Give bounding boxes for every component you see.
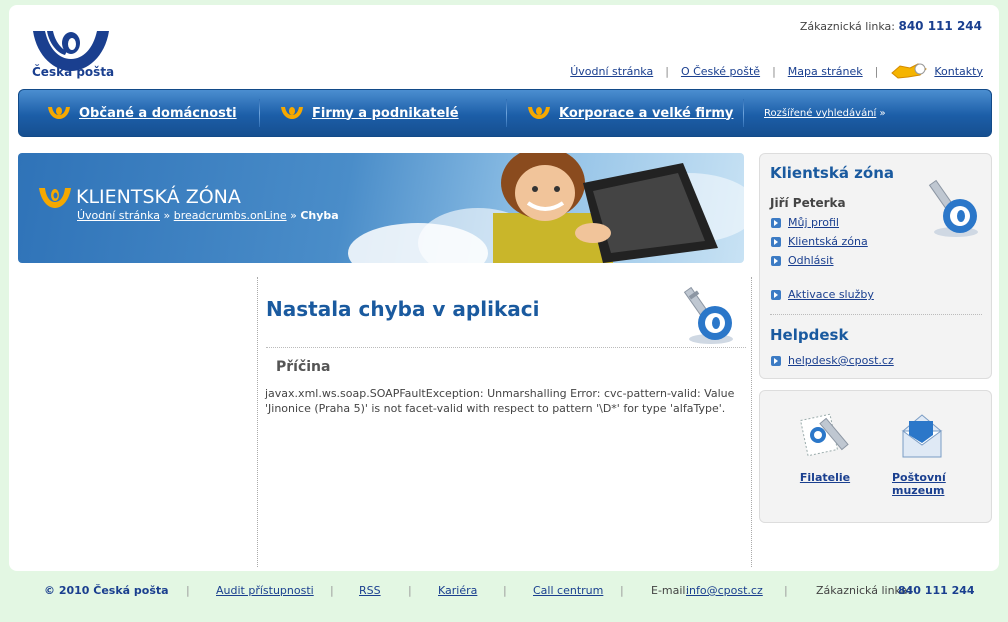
nav-link-corporations[interactable]: Korporace a velké firmy <box>559 106 733 121</box>
link-about[interactable]: O České poště <box>681 65 760 78</box>
arrow-bullet-icon <box>771 289 781 300</box>
client-zone-link[interactable]: Klientská zóna <box>788 235 868 248</box>
footer-link-career[interactable]: Kariéra <box>438 584 477 597</box>
nav-item-companies[interactable]: Firmy a podnikatelé <box>260 90 506 136</box>
nav-item-citizens[interactable]: Občané a domácnosti <box>19 90 259 136</box>
footer-email-link[interactable]: info@cpost.cz <box>686 584 763 597</box>
nav-item-corporations[interactable]: Korporace a velké firmy <box>507 90 743 136</box>
nav-link-citizens[interactable]: Občané a domácnosti <box>79 106 237 121</box>
breadcrumb-current: Chyba <box>300 209 339 222</box>
advanced-search-arrow: » <box>879 107 886 119</box>
contacts-map-icon <box>891 63 928 79</box>
user-name: Jiří Peterka <box>770 196 846 210</box>
footer-hotline-label: Zákaznická linka: <box>816 584 912 597</box>
cause-label: Příčina <box>276 359 331 375</box>
breadcrumb-separator: » <box>290 209 297 222</box>
hotline-number: 840 111 244 <box>898 19 982 33</box>
client-zone-box: Klientská zóna Jiří Peterka Můj profil K… <box>759 153 992 379</box>
client-zone-title: Klientská zóna <box>770 164 895 182</box>
post-horn-icon <box>48 107 70 119</box>
footer-copyright: © 2010 Česká pošta <box>44 584 169 597</box>
tile-philately[interactable]: Filatelie <box>790 411 860 484</box>
key-icon <box>928 179 978 237</box>
footer: © 2010 Česká pošta | Audit přístupnosti … <box>44 584 975 597</box>
link-contacts[interactable]: Kontakty <box>934 65 983 78</box>
sidebar-item-helpdesk[interactable]: helpdesk@cpost.cz <box>771 354 894 367</box>
logo-text: Česká pošta <box>32 65 115 79</box>
activation-link[interactable]: Aktivace služby <box>788 288 874 301</box>
top-links: Úvodní stránka | O České poště | Mapa st… <box>570 61 983 81</box>
post-horn-icon <box>39 188 71 208</box>
sidebar-item-logout[interactable]: Odhlásit <box>771 254 834 267</box>
stamps-icon <box>799 413 849 457</box>
footer-link-rss[interactable]: RSS <box>359 584 381 597</box>
envelope-icon <box>901 414 943 458</box>
link-sitemap[interactable]: Mapa stránek <box>788 65 863 78</box>
cause-text: javax.xml.ws.soap.SOAPFaultException: Un… <box>265 387 735 415</box>
nav-link-companies[interactable]: Firmy a podnikatelé <box>312 106 459 121</box>
footer-link-callcenter[interactable]: Call centrum <box>533 584 603 597</box>
banner-photo-kid-laptop <box>493 153 718 263</box>
services-box: Filatelie Poštovní muzeum <box>759 390 992 523</box>
sidebar-item-client-zone[interactable]: Klientská zóna <box>771 235 868 248</box>
helpdesk-title: Helpdesk <box>770 326 849 344</box>
advanced-search: Rozšířené vyhledávání » <box>764 108 886 119</box>
breadcrumb: Úvodní stránka » breadcrumbs.onLine » Ch… <box>77 209 339 222</box>
banner-title: KLIENTSKÁ ZÓNA <box>76 186 241 208</box>
arrow-bullet-icon <box>771 217 781 228</box>
footer-link-audit[interactable]: Audit přístupnosti <box>216 584 314 597</box>
post-horn-icon <box>281 107 303 119</box>
arrow-bullet-icon <box>771 236 781 247</box>
arrow-bullet-icon <box>771 255 781 266</box>
footer-email-label: E-mail: <box>651 584 690 597</box>
museum-link[interactable]: Poštovní muzeum <box>882 471 962 497</box>
tile-museum[interactable]: Poštovní muzeum <box>882 411 962 497</box>
post-horn-icon <box>528 107 550 119</box>
sidebar-item-activation[interactable]: Aktivace služby <box>771 288 874 301</box>
arrow-bullet-icon <box>771 355 781 366</box>
helpdesk-email-link[interactable]: helpdesk@cpost.cz <box>788 354 894 367</box>
footer-hotline-number: 840 111 244 <box>898 584 975 597</box>
breadcrumb-separator: » <box>163 209 171 222</box>
main-nav: Občané a domácnosti Firmy a podnikatelé … <box>18 89 992 137</box>
breadcrumb-online[interactable]: breadcrumbs.onLine <box>174 209 287 222</box>
link-home[interactable]: Úvodní stránka <box>570 65 653 78</box>
error-title: Nastala chyba v aplikaci <box>266 297 540 321</box>
key-icon <box>683 286 733 344</box>
profile-link[interactable]: Můj profil <box>788 216 839 229</box>
hotline-label: Zákaznická linka: <box>799 20 895 33</box>
sidebar-item-profile[interactable]: Můj profil <box>771 216 839 229</box>
logout-link[interactable]: Odhlásit <box>788 254 834 267</box>
breadcrumb-home[interactable]: Úvodní stránka <box>77 209 160 222</box>
page-container: Česká pošta Zákaznická linka: 840 111 24… <box>9 5 999 571</box>
hotline-top: Zákaznická linka: 840 111 244 <box>800 19 982 33</box>
advanced-search-link[interactable]: Rozšířené vyhledávání <box>764 108 876 119</box>
philately-link[interactable]: Filatelie <box>790 471 860 484</box>
banner: KLIENTSKÁ ZÓNA Úvodní stránka » breadcru… <box>18 153 744 263</box>
nav-divider <box>743 99 744 127</box>
